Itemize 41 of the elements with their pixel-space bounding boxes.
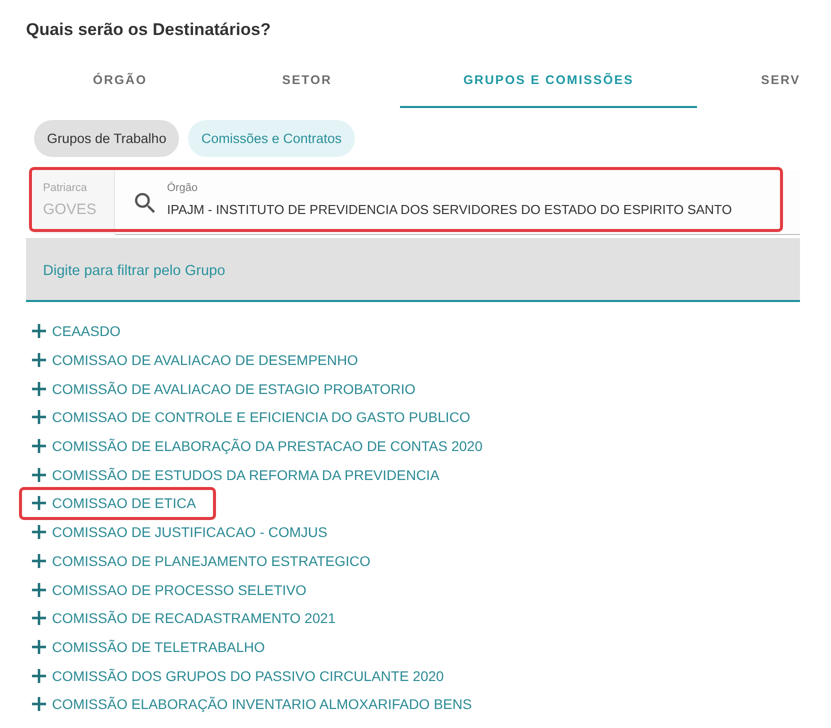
- tree-item[interactable]: COMISSÃO DE TELETRABALHO: [32, 632, 265, 662]
- plus-icon[interactable]: [32, 582, 46, 597]
- plus-icon[interactable]: [32, 554, 46, 568]
- field-label: Patriarca: [43, 182, 88, 195]
- tab[interactable]: SETOR: [214, 60, 400, 108]
- tree-item[interactable]: COMISSAO DE JUSTIFICACAO - COMJUS: [32, 518, 328, 546]
- plus-icon[interactable]: [32, 439, 46, 454]
- tree-item[interactable]: COMISSÃO DE AVALIACAO DE ESTAGIO PROBATORIO: [32, 374, 416, 404]
- tree-item[interactable]: COMISSÃO DOS GRUPOS DO PASSIVO CIRCULANTE 2020: [32, 661, 444, 690]
- tree-item[interactable]: COMISSÃO DE ELABORAÇÃO DA PRESTACAO DE CONTAS 2020: [32, 432, 482, 460]
- plus-icon[interactable]: [32, 410, 46, 424]
- field-label: Órgão: [167, 182, 199, 195]
- plus-icon[interactable]: [32, 324, 46, 338]
- plus-icon[interactable]: [32, 640, 46, 654]
- search-icon: [135, 193, 155, 213]
- plus-icon[interactable]: [32, 353, 46, 368]
- filter-chip[interactable]: Grupos de Trabalho: [34, 120, 180, 157]
- field-value: IPAJM - INSTITUTO DE PREVIDENCIA DOS SERVIDORES DO ESTADO DO ESPIRITO SANTO: [167, 201, 732, 219]
- plus-icon[interactable]: [32, 468, 46, 482]
- plus-icon[interactable]: [32, 668, 46, 683]
- section-title: Quais serão os Destinatários?: [26, 19, 271, 41]
- plus-icon[interactable]: [32, 525, 46, 540]
- tree-item[interactable]: COMISSAO DE CONTROLE E EFICIENCIA DO GASTO PUBLICO: [32, 403, 470, 432]
- tree-item[interactable]: COMISSÃO ELABORAÇÃO INVENTARIO ALMOXARIFADO BENS: [32, 690, 472, 719]
- plus-icon[interactable]: [32, 496, 46, 510]
- tree-item[interactable]: COMISSÃO DE ESTUDOS DA REFORMA DA PREVIDENCIA: [32, 460, 440, 490]
- tree-item[interactable]: COMISSAO DE AVALIACAO DE DESEMPENHO: [32, 346, 358, 374]
- plus-icon[interactable]: [32, 382, 46, 396]
- plus-icon[interactable]: [32, 611, 46, 626]
- tree-item[interactable]: COMISSAO DE PLANEJAMENTO ESTRATEGICO: [32, 546, 370, 576]
- filter-chip[interactable]: Comissões e Contratos: [188, 120, 355, 157]
- field-value: GOVES: [43, 201, 98, 219]
- tree-item[interactable]: CEAASDO: [32, 317, 120, 346]
- tab[interactable]: GRUPOS E COMISSÕES: [400, 60, 697, 108]
- tab[interactable]: SERV: [697, 60, 800, 108]
- filter-field[interactable]: Digite para filtrar pelo Grupo: [26, 238, 800, 302]
- tree-item[interactable]: COMISSÃO DE RECADASTRAMENTO 2021: [32, 604, 336, 633]
- tree-item[interactable]: COMISSAO DE PROCESSO SELETIVO: [32, 575, 306, 604]
- plus-icon[interactable]: [32, 697, 46, 712]
- tree-item[interactable]: COMISSAO DE ETICA: [32, 489, 196, 518]
- tab[interactable]: ÓRGÃO: [26, 60, 214, 108]
